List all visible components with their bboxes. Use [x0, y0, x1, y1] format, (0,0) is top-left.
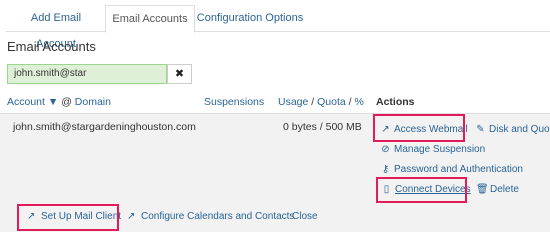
pencil-icon: ✎	[476, 124, 485, 135]
at-sign: @	[61, 96, 72, 108]
close-link[interactable]: Close	[292, 211, 318, 222]
sort-percent-link[interactable]: %	[355, 96, 364, 108]
sort-usage-link[interactable]: Usage	[278, 96, 308, 108]
key-icon: ⚷	[381, 164, 390, 175]
account-domain-header: Account ▼ @ Domain	[7, 96, 111, 108]
tab-add-email-account[interactable]: Add Email Account	[10, 5, 102, 50]
delete-link[interactable]: 🗑Delete	[476, 184, 519, 195]
actions-header: Actions	[376, 96, 415, 108]
usage-value: 0 bytes / 500 MB	[283, 121, 362, 133]
tab-configuration-options[interactable]: Configuration Options	[196, 5, 304, 31]
configure-calendars-link[interactable]: ↗ Configure Calendars and Contacts	[127, 211, 294, 222]
account-email: john.smith@stargardeninghouston.com	[13, 121, 196, 133]
manage-suspension-label: Manage Suspension	[394, 144, 486, 155]
set-up-mail-client-link[interactable]: ↗ Set Up Mail Client	[27, 211, 121, 222]
disk-and-quota-link[interactable]: ✎ Disk and Quota	[475, 124, 550, 135]
external-link-icon: ↗	[381, 124, 390, 135]
tab-email-accounts[interactable]: Email Accounts	[105, 5, 195, 33]
delete-label: Delete	[490, 184, 519, 195]
usage-quota-header: Usage / Quota / %	[278, 96, 364, 108]
sort-domain-link[interactable]: Domain	[75, 96, 111, 108]
password-authentication-link[interactable]: ⚷ Password and Authentication	[380, 164, 523, 175]
separator: /	[311, 96, 315, 108]
connect-devices-link[interactable]: ▯ Connect Devices	[381, 184, 471, 195]
email-accounts-page: Add Email Account Email Accounts Configu…	[0, 0, 550, 251]
separator: /	[348, 96, 352, 108]
sort-account-link[interactable]: Account	[7, 96, 45, 108]
disk-and-quota-label: Disk and Quota	[489, 124, 550, 135]
connect-devices-label: Connect Devices	[395, 184, 471, 195]
search-input[interactable]: john.smith@star	[7, 64, 167, 84]
tab-bar: Add Email Account Email Accounts Configu…	[6, 5, 550, 50]
trash-icon: 🗑	[476, 184, 489, 195]
close-icon: ✖	[174, 68, 185, 80]
access-webmail-link[interactable]: ↗ Access Webmail	[380, 124, 468, 135]
set-up-mail-client-label: Set Up Mail Client	[41, 211, 122, 222]
ban-icon: ⊘	[381, 144, 390, 155]
manage-suspension-link[interactable]: ⊘ Manage Suspension	[380, 144, 485, 155]
sort-quota-link[interactable]: Quota	[317, 96, 346, 108]
section-title: Email Accounts	[7, 39, 96, 54]
password-authentication-label: Password and Authentication	[394, 164, 523, 175]
sort-desc-icon[interactable]: ▼	[48, 96, 58, 108]
external-link-icon: ↗	[27, 211, 36, 222]
external-link-icon: ↗	[127, 211, 136, 222]
clear-search-button[interactable]: ✖	[167, 64, 192, 84]
sort-suspensions-link[interactable]: Suspensions	[204, 96, 264, 108]
access-webmail-label: Access Webmail	[394, 124, 468, 135]
mobile-icon: ▯	[383, 184, 390, 195]
configure-calendars-label: Configure Calendars and Contacts	[141, 211, 295, 222]
